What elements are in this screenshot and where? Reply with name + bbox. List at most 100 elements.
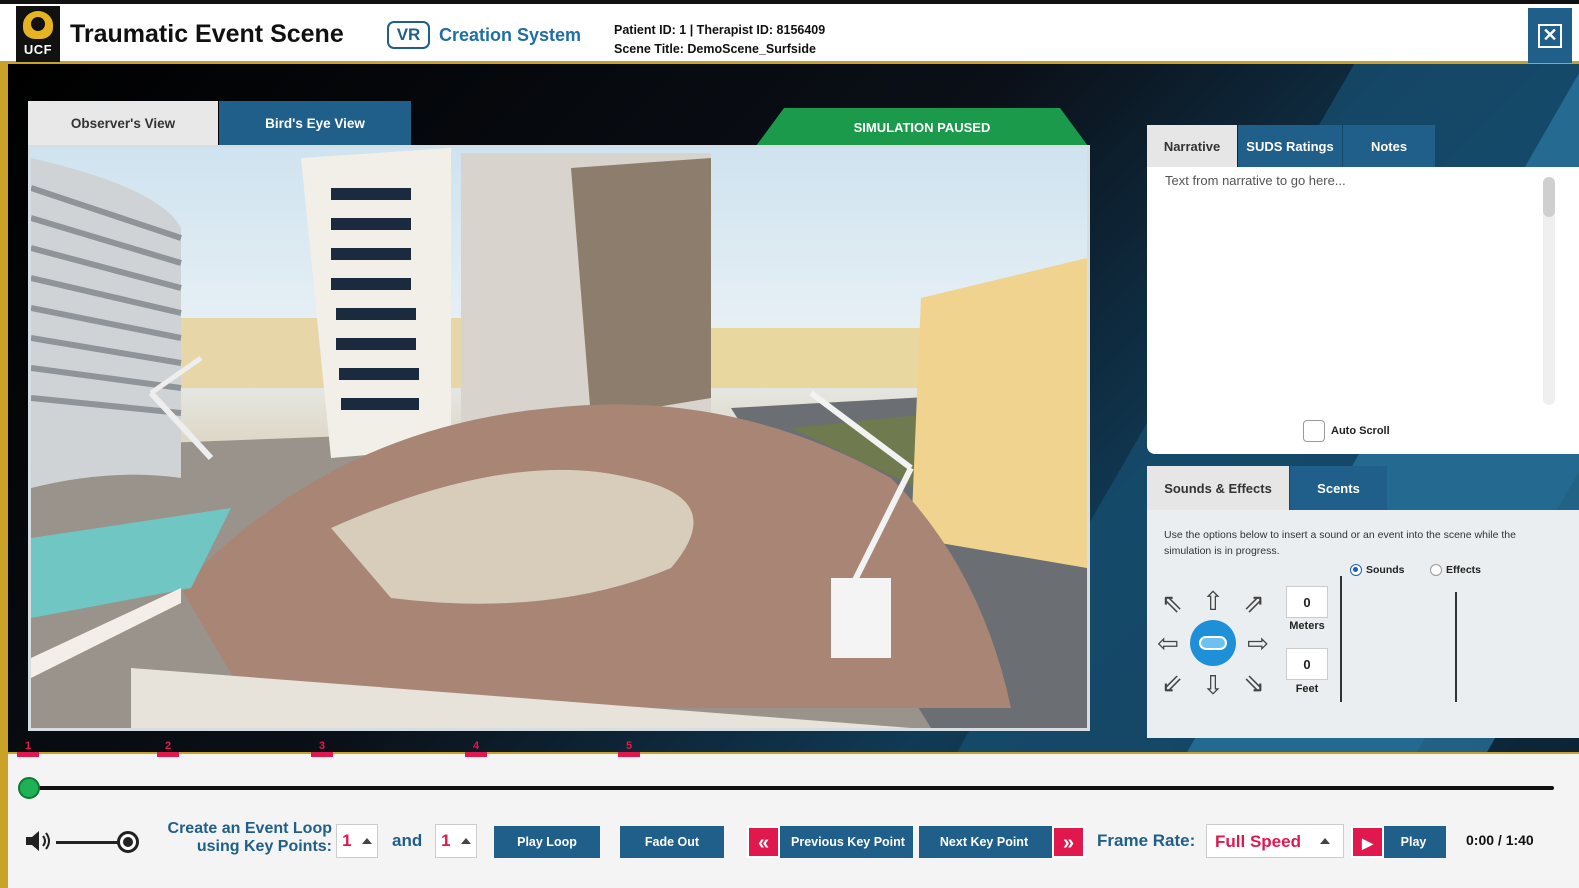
camera-center-button[interactable]: [1190, 620, 1236, 666]
loop-end-value: 1: [441, 831, 451, 850]
key-point-mark: [311, 752, 333, 757]
frame-rate-value: Full Speed: [1215, 832, 1301, 851]
sounds-description: Use the options below to insert a sound …: [1164, 529, 1516, 557]
key-point-marker[interactable]: 3: [311, 740, 333, 757]
tab-sounds-effects[interactable]: Sounds & Effects: [1147, 466, 1289, 510]
feet-input[interactable]: 0: [1286, 648, 1328, 680]
tab-birds-eye-view[interactable]: Bird's Eye View: [219, 101, 411, 145]
radio-effects-label: Effects: [1446, 564, 1482, 576]
arrow-left-icon[interactable]: ⇦: [1153, 628, 1183, 658]
speaker-icon[interactable]: [24, 828, 56, 854]
vr-badge: VR: [387, 21, 430, 49]
app-subtitle: Creation System: [439, 25, 582, 45]
fade-out-button[interactable]: Fade Out: [620, 826, 724, 858]
radio-effects[interactable]: Effects: [1430, 564, 1481, 576]
ucf-logo: UCF: [16, 6, 60, 62]
play-label: Play: [1400, 835, 1427, 849]
key-point-label: 5: [625, 740, 633, 752]
auto-scroll-checkbox[interactable]: [1303, 420, 1325, 442]
tab-narrative[interactable]: Narrative: [1147, 125, 1237, 167]
tab-suds-ratings[interactable]: SUDS Ratings: [1238, 125, 1342, 167]
narrative-text[interactable]: Text from narrative to go here...: [1165, 173, 1346, 188]
arrow-down-right-icon[interactable]: ⇘: [1239, 668, 1269, 698]
key-point-label: 1: [24, 740, 32, 752]
tab-scents[interactable]: Scents: [1290, 466, 1387, 510]
and-label: and: [392, 831, 423, 850]
auto-scroll-label: Auto Scroll: [1331, 425, 1390, 437]
volume-knob[interactable]: [117, 831, 139, 853]
event-loop-label: Create an Event Loop using Key Points:: [148, 820, 332, 856]
vr-goggles-icon: [1199, 636, 1227, 650]
next-key-point-button[interactable]: Next Key Point »: [919, 826, 1085, 858]
divider: [1340, 576, 1342, 702]
list-divider: [1455, 592, 1457, 702]
radio-sounds-label: Sounds: [1366, 564, 1405, 576]
tab-notes[interactable]: Notes: [1343, 125, 1435, 167]
timeline-track[interactable]: [28, 786, 1554, 790]
close-button[interactable]: ✕: [1528, 8, 1572, 63]
session-info: Patient ID: 1 | Therapist ID: 8156409 Sc…: [614, 21, 825, 59]
time-display: 0:00 / 1:40: [1466, 832, 1534, 848]
scene-line: Scene Title: DemoScene_Surfside: [614, 42, 816, 56]
double-chevron-right-icon: »: [1052, 826, 1085, 858]
close-icon: ✕: [1538, 23, 1562, 48]
loop-end-select[interactable]: 1: [435, 824, 477, 858]
arrow-up-left-icon[interactable]: ⇖: [1157, 588, 1187, 618]
loop-label-line1: Create an Event Loop: [167, 820, 332, 837]
key-point-marker[interactable]: 5: [618, 740, 640, 757]
loop-start-select[interactable]: 1: [336, 824, 378, 858]
volume-slider[interactable]: [56, 841, 124, 844]
key-point-mark: [465, 752, 487, 757]
arrow-down-left-icon[interactable]: ⇙: [1157, 668, 1187, 698]
loop-label-line2: using Key Points:: [196, 838, 332, 855]
arrow-down-icon[interactable]: ⇩: [1198, 670, 1228, 700]
narrative-panel: Text from narrative to go here... Auto S…: [1147, 167, 1579, 454]
loop-start-value: 1: [342, 831, 352, 850]
key-point-mark: [157, 752, 179, 757]
tab-observers-view[interactable]: Observer's View: [28, 101, 218, 145]
caret-up-icon: [460, 838, 471, 844]
timeline-scrubber[interactable]: [18, 777, 40, 799]
logo-text: UCF: [23, 42, 53, 57]
key-point-mark: [17, 752, 39, 757]
key-point-mark: [618, 752, 640, 757]
caret-up-icon: [361, 838, 372, 844]
left-edge: [0, 64, 8, 888]
meters-label: Meters: [1289, 620, 1325, 632]
radio-sounds[interactable]: Sounds: [1350, 564, 1405, 576]
meters-input[interactable]: 0: [1286, 586, 1328, 618]
play-loop-button[interactable]: Play Loop: [494, 826, 600, 858]
key-point-marker[interactable]: 1: [17, 740, 39, 757]
scene-render: [31, 148, 1087, 728]
frame-rate-select[interactable]: Full Speed: [1206, 824, 1344, 858]
key-point-marker[interactable]: 2: [157, 740, 179, 757]
arrow-right-icon[interactable]: ⇨: [1243, 628, 1273, 658]
caret-up-icon: [1320, 838, 1330, 844]
radio-effects-dot[interactable]: [1430, 564, 1442, 576]
radio-sounds-dot[interactable]: [1350, 564, 1362, 576]
frame-rate-label: Frame Rate:: [1097, 831, 1196, 850]
key-point-label: 3: [318, 740, 326, 752]
timeline-bar: 1 2 3 4 5 Create an Event Loop using Key…: [8, 740, 1579, 888]
key-point-marker[interactable]: 4: [465, 740, 487, 757]
patient-line: Patient ID: 1 | Therapist ID: 8156409: [614, 23, 826, 37]
previous-key-point-button[interactable]: « Previous Key Point: [747, 826, 913, 858]
next-key-point-label: Next Key Point: [939, 835, 1029, 849]
arrow-up-icon[interactable]: ⇧: [1198, 586, 1228, 616]
double-chevron-left-icon: «: [747, 826, 780, 858]
pegasus-icon: [23, 11, 53, 39]
narrative-scrollbar[interactable]: [1543, 177, 1555, 405]
scene-viewport[interactable]: [28, 145, 1090, 731]
arrow-up-right-icon[interactable]: ⇗: [1239, 588, 1269, 618]
feet-label: Feet: [1295, 683, 1319, 695]
key-point-label: 2: [164, 740, 172, 752]
auto-scroll-toggle[interactable]: Auto Scroll: [1303, 420, 1390, 442]
simulation-status-banner: SIMULATION PAUSED: [756, 108, 1088, 146]
sounds-effects-panel: Use the options below to insert a sound …: [1147, 510, 1579, 738]
app-header: UCF Traumatic Event Scene VR Creation Sy…: [0, 0, 1579, 64]
play-icon: ▶: [1351, 826, 1384, 858]
app-title: Traumatic Event Scene: [70, 20, 344, 48]
scrollbar-thumb[interactable]: [1543, 177, 1555, 217]
play-button[interactable]: ▶ Play: [1351, 826, 1446, 858]
key-point-label: 4: [472, 740, 480, 752]
